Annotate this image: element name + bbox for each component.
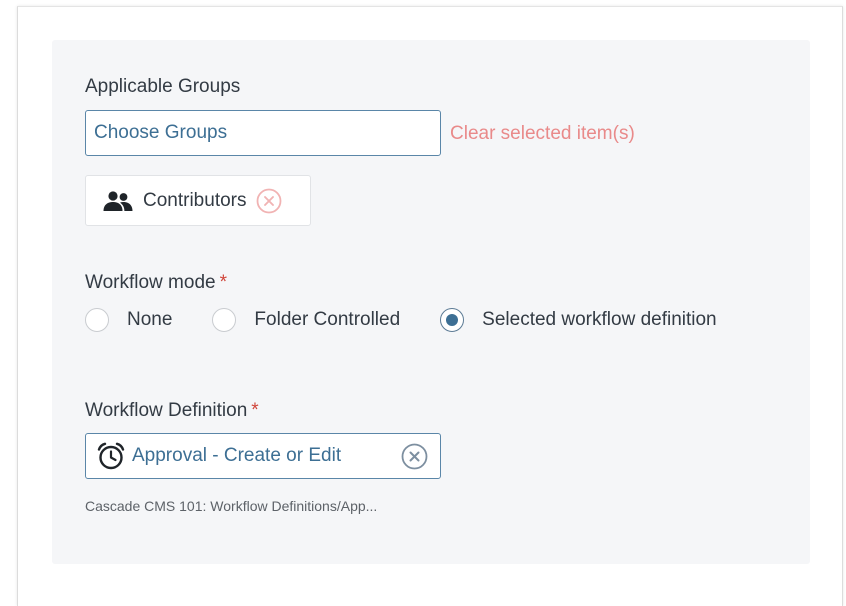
radio-folder-controlled-label: Folder Controlled [254, 309, 401, 330]
group-chip-contributors: Contributors [85, 175, 311, 226]
workflow-definition-label-text: Workflow Definition [85, 400, 248, 421]
choose-groups-input[interactable] [86, 111, 440, 155]
radio-selected-workflow[interactable] [440, 308, 465, 332]
choose-groups-field[interactable] [85, 110, 441, 156]
workflow-definition-label: Workflow Definition * [85, 400, 259, 422]
settings-panel: Applicable Groups Clear selected item(s)… [52, 40, 810, 564]
workflow-definition-value: Approval - Create or Edit [132, 445, 342, 466]
radio-option-selected-workflow[interactable]: Selected workflow definition [440, 308, 717, 332]
required-mark: * [251, 400, 259, 421]
radio-none[interactable] [85, 308, 109, 332]
workflow-definition-field[interactable]: Approval - Create or Edit [85, 433, 441, 479]
alarm-clock-icon [96, 441, 126, 471]
workflow-mode-radio-group: None Folder Controlled Selected workflow… [85, 308, 757, 332]
remove-chip-icon[interactable] [256, 188, 282, 214]
people-icon [102, 190, 134, 212]
radio-folder-controlled[interactable] [212, 308, 237, 332]
workflow-mode-label: Workflow mode * [85, 272, 227, 294]
required-mark: * [219, 272, 227, 293]
workflow-definition-path: Cascade CMS 101: Workflow Definitions/Ap… [85, 498, 378, 514]
radio-none-label: None [127, 309, 173, 330]
group-chip-label: Contributors [143, 189, 247, 211]
radio-option-none[interactable]: None [85, 308, 172, 332]
clear-selected-items-link[interactable]: Clear selected item(s) [450, 123, 635, 145]
radio-option-folder-controlled[interactable]: Folder Controlled [212, 308, 400, 332]
clear-workflow-icon[interactable] [401, 443, 428, 470]
applicable-groups-label: Applicable Groups [85, 76, 241, 97]
radio-selected-workflow-label: Selected workflow definition [482, 309, 717, 330]
workflow-mode-label-text: Workflow mode [85, 272, 216, 293]
